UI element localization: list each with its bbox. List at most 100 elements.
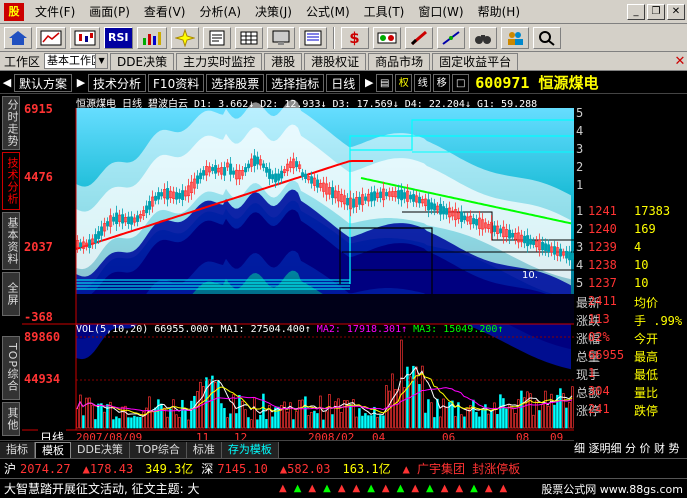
line-button[interactable]: 线 (414, 73, 432, 92)
kline-chart-button[interactable] (70, 26, 100, 49)
menu-view[interactable]: 查看(V) (137, 2, 193, 22)
side-tab-minute[interactable]: 分时走势 (2, 96, 20, 150)
binocular-button[interactable] (468, 26, 497, 49)
candle-body (358, 196, 362, 205)
sz-index-value[interactable]: 7145.10 (217, 462, 268, 476)
crosshair-button[interactable] (170, 26, 199, 49)
volume-bar (493, 402, 496, 429)
candle-body (397, 190, 401, 199)
side-tab-basic[interactable]: 基本资料 (2, 212, 20, 270)
volume-bar (349, 404, 352, 429)
main-chart[interactable]: 恒源煤电 日线 碧波白云 D1: 3.662↓ D2: 12.933↓ D3: 17.… (22, 94, 574, 446)
volume-bar (193, 395, 196, 429)
zoom-box-icon[interactable]: □ (452, 73, 470, 92)
period-button[interactable]: 日线 (326, 73, 361, 92)
close-icon[interactable]: ✕ (673, 54, 687, 69)
minimize-button[interactable]: _ (627, 3, 645, 20)
play-icon[interactable]: ▶ (362, 76, 376, 89)
tab-commodities[interactable]: 商品市场 (368, 52, 431, 70)
news-ticker[interactable]: 大智慧踏开展征文活动, 征文主题: 大 (0, 480, 275, 497)
tab-indicator[interactable]: 指标 (0, 441, 35, 458)
layout-icon[interactable]: ▤ (376, 73, 394, 92)
save-template-button[interactable]: 存为模板 (221, 441, 279, 458)
volume-bar (235, 413, 238, 429)
candle-body (529, 238, 533, 245)
restore-button[interactable]: ❐ (647, 3, 665, 20)
alert-news[interactable]: ▲ 广宇集团 封涨停板 (403, 460, 521, 477)
minute-chart-button[interactable] (36, 26, 66, 49)
side-tab-other[interactable]: 其他 (2, 402, 20, 436)
tab-fixed-income[interactable]: 固定收益平台 (432, 52, 519, 70)
candle-body (301, 172, 305, 177)
grid-button[interactable] (234, 26, 263, 49)
tab-main-monitor[interactable]: 主力实时监控 (176, 52, 263, 70)
sz-index-label: 深 (201, 462, 214, 476)
rights-button[interactable]: 权 (395, 73, 413, 92)
side-tab-fullscreen[interactable]: 全屏 (2, 272, 20, 316)
app-icon[interactable]: 股 (4, 2, 24, 21)
tab-hk-warrants[interactable]: 港股权证 (304, 52, 367, 70)
draw-button[interactable] (436, 26, 465, 49)
home-button[interactable] (4, 26, 32, 49)
info-button[interactable] (202, 26, 231, 49)
indicator-legend: 恒源煤电 日线 碧波白云 D1: 3.662↓ D2: 12.933↓ D3: 17.… (76, 95, 543, 110)
quote-cell: 5 (576, 276, 584, 290)
compare-button[interactable] (372, 26, 401, 49)
candle-body (370, 192, 374, 202)
quote-row: 4 (574, 124, 687, 142)
quote-cell: 最低 (634, 368, 659, 382)
arrow-right-icon[interactable]: ▶ (74, 76, 88, 89)
default-scheme-button[interactable]: 默认方案 (14, 73, 73, 92)
list-button[interactable] (298, 26, 327, 49)
close-button[interactable]: ✕ (667, 3, 685, 20)
tab-hk-stocks[interactable]: 港股 (264, 52, 303, 70)
candle-body (148, 201, 152, 210)
dollar-button[interactable]: $ (340, 26, 369, 49)
sh-index-value[interactable]: 2074.27 (20, 462, 71, 476)
tab-dde-bottom[interactable]: DDE决策 (71, 441, 130, 458)
people-button[interactable] (500, 26, 529, 49)
candle-body (88, 239, 92, 248)
menu-formula[interactable]: 公式(M) (299, 2, 357, 22)
arrow-up-icon: ▲ (470, 483, 478, 494)
volume-bar (253, 397, 256, 429)
search-button[interactable] (532, 26, 561, 49)
grid-icon (240, 31, 257, 44)
menu-tools[interactable]: 工具(T) (357, 2, 412, 22)
menu-help[interactable]: 帮助(H) (471, 2, 527, 22)
volume-bar (331, 414, 334, 429)
workspace-select[interactable]: 基本工作区 ▼ (44, 53, 109, 69)
pen-button[interactable] (404, 26, 433, 49)
move-button[interactable]: 移 (433, 73, 451, 92)
tab-standard[interactable]: 标准 (186, 441, 222, 458)
quote-cell: 2 (576, 222, 584, 236)
quote-cell: 手 .99% (634, 314, 683, 328)
tech-analysis-button[interactable]: 技术分析 (88, 73, 147, 92)
chart-tool-button[interactable] (136, 26, 167, 49)
f10-button[interactable]: F10资料 (148, 73, 205, 92)
quote-cell: 4 (576, 258, 584, 272)
quote-panel-tabs[interactable]: 细 逐明细 分 价 财 势 (574, 440, 687, 458)
menu-analysis[interactable]: 分析(A) (192, 2, 248, 22)
volume-bar (502, 398, 505, 429)
tab-template[interactable]: 模板 (35, 441, 71, 458)
select-indicator-button[interactable]: 选择指标 (266, 73, 325, 92)
rsi-button[interactable]: RSI (104, 26, 133, 49)
arrow-left-icon[interactable]: ◀ (0, 76, 14, 89)
tab-dde[interactable]: DDE决策 (110, 52, 175, 70)
menu-file[interactable]: 文件(F) (28, 2, 82, 22)
tab-top-bottom[interactable]: TOP综合 (129, 441, 187, 458)
stock-pick-button[interactable] (266, 26, 295, 49)
menu-screen[interactable]: 画面(P) (82, 2, 137, 22)
toolbar: RSI $ (0, 24, 687, 52)
volume-bar (553, 404, 556, 429)
side-tab-tech[interactable]: 技术分析 (2, 152, 20, 210)
volume-bar (358, 408, 361, 429)
kline-chart-canvas[interactable] (22, 94, 574, 440)
menu-decision[interactable]: 决策(J) (248, 2, 299, 22)
select-stock-button[interactable]: 选择股票 (206, 73, 265, 92)
side-tab-top[interactable]: TOP综合 (2, 336, 20, 400)
quote-row: 涨停 241 跌停 (574, 402, 687, 420)
menu-window[interactable]: 窗口(W) (411, 2, 470, 22)
candle-body (280, 170, 284, 179)
